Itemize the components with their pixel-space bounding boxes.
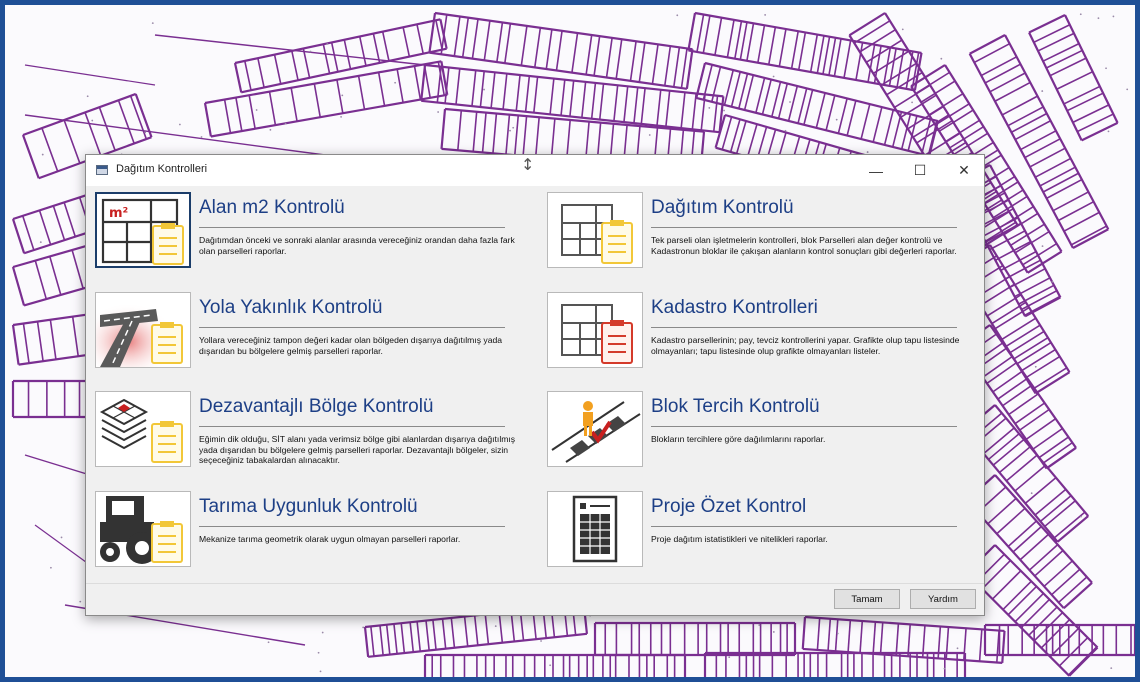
footer-divider	[86, 583, 984, 584]
area-label: m²	[109, 206, 128, 221]
controls-dialog: Dağıtım Kontrolleri ↕ — ☐ ✕ m² Alan m2 K…	[85, 154, 985, 616]
card-title[interactable]: Dezavantajlı Bölge Kontrolü	[199, 396, 433, 418]
area-m2-icon[interactable]: m²	[95, 192, 191, 268]
resize-cursor-icon: ↕	[521, 155, 535, 174]
close-button[interactable]: ✕	[942, 155, 986, 186]
card-divider	[199, 227, 505, 228]
card-divider	[199, 526, 505, 527]
card-title[interactable]: Tarıma Uygunluk Kontrolü	[199, 496, 418, 518]
card-description: Tek parseli olan işletmelerin kontroller…	[651, 235, 957, 256]
window-title: Dağıtım Kontrolleri	[116, 163, 208, 175]
help-button[interactable]: Yardım	[910, 589, 976, 609]
card-agriculture-suitability[interactable]: Tarıma Uygunluk Kontrolü Mekanize tarıma…	[95, 491, 505, 577]
card-divider	[199, 327, 505, 328]
card-title[interactable]: Yola Yakınlık Kontrolü	[199, 297, 382, 319]
card-divider	[651, 227, 957, 228]
card-cadastre[interactable]: Kadastro Kontrolleri Kadastro parselleri…	[547, 292, 959, 378]
dialog-footer: Tamam Yardım	[86, 583, 984, 616]
layers-icon[interactable]	[95, 391, 191, 467]
card-title[interactable]: Blok Tercih Kontrolü	[651, 396, 820, 418]
card-divider	[651, 327, 957, 328]
cadastre-grid-icon[interactable]	[547, 292, 643, 368]
card-description: Dağıtımdan önceki ve sonraki alanlar ara…	[199, 235, 515, 256]
title-bar[interactable]: Dağıtım Kontrolleri ↕ — ☐ ✕	[86, 155, 984, 186]
card-title[interactable]: Alan m2 Kontrolü	[199, 197, 345, 219]
window-icon	[96, 165, 108, 175]
distribution-grid-icon[interactable]	[547, 192, 643, 268]
card-divider	[651, 426, 957, 427]
card-description: Kadastro parsellerinin; pay, tevciz kont…	[651, 335, 960, 356]
card-description: Proje dağıtım istatistikleri ve nitelikl…	[651, 534, 828, 544]
report-document-icon[interactable]	[547, 491, 643, 567]
minimize-button[interactable]: —	[854, 155, 898, 186]
card-divider	[199, 426, 505, 427]
card-description: Eğimin dik olduğu, SİT alanı yada verims…	[199, 434, 516, 466]
card-description: Yollara vereceğiniz tampon değeri kadar …	[199, 335, 503, 356]
tractor-icon[interactable]	[95, 491, 191, 567]
card-project-summary[interactable]: Proje Özet Kontrol Proje dağıtım istatis…	[547, 491, 957, 577]
block-preference-icon[interactable]	[547, 391, 643, 467]
card-divider	[651, 526, 957, 527]
road-proximity-icon[interactable]	[95, 292, 191, 368]
card-block-preference[interactable]: Blok Tercih Kontrolü Blokların tercihler…	[547, 391, 957, 477]
card-area-m2[interactable]: m² Alan m2 Kontrolü Dağıtımdan önceki ve…	[95, 192, 515, 278]
card-road-proximity[interactable]: Yola Yakınlık Kontrolü Yollara vereceğin…	[95, 292, 505, 378]
ok-button[interactable]: Tamam	[834, 589, 900, 609]
card-title[interactable]: Kadastro Kontrolleri	[651, 297, 818, 319]
maximize-button[interactable]: ☐	[898, 155, 942, 186]
card-title[interactable]: Proje Özet Kontrol	[651, 496, 806, 518]
card-distribution[interactable]: Dağıtım Kontrolü Tek parseli olan işletm…	[547, 192, 957, 278]
card-description: Mekanize tarıma geometrik olarak uygun o…	[199, 534, 461, 544]
card-title[interactable]: Dağıtım Kontrolü	[651, 197, 794, 219]
card-disadvantaged-zone[interactable]: Dezavantajlı Bölge Kontrolü Eğimin dik o…	[95, 391, 515, 477]
card-description: Blokların tercihlere göre dağılımlarını …	[651, 434, 826, 444]
